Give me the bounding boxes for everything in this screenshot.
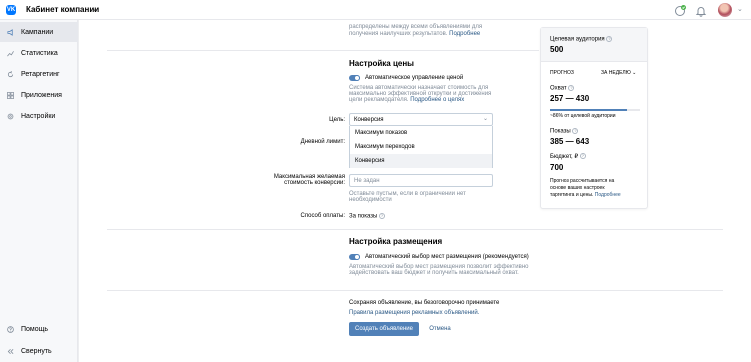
goal-option[interactable]: Максимум переходов — [350, 140, 492, 154]
auto-price-toggle[interactable] — [349, 75, 360, 81]
goal-option[interactable]: Конверсия — [350, 154, 492, 168]
avatar[interactable] — [718, 3, 732, 17]
impressions-label: Показы ? — [550, 128, 579, 135]
budget-label: Бюджет, ₽ ? — [550, 153, 586, 160]
price-section-title: Настройка цены — [349, 59, 414, 68]
audience-label: Целевая аудитория ? — [550, 36, 613, 43]
payment-method-label: Способ оплаты: — [300, 213, 345, 219]
forecast-note: основе ваших настроек — [550, 185, 605, 191]
info-icon[interactable]: ? — [378, 213, 385, 219]
sidebar-item-collapse[interactable]: Свернуть — [0, 341, 78, 361]
placement-description-line: задействовать ваш бюджет и получить макс… — [349, 270, 519, 276]
goals-more-link[interactable]: Подробнее о целях — [410, 97, 464, 103]
goal-select[interactable]: Конверсия ⌄ — [349, 113, 493, 126]
chevron-down-icon: ⌄ — [632, 70, 637, 76]
forecast-card: Целевая аудитория ? 500 ПРОГНОЗ ЗА НЕДЕЛ… — [540, 27, 648, 209]
sidebar-item-label: Настройки — [21, 112, 56, 120]
create-ad-button[interactable]: Создать объявление — [349, 322, 419, 336]
info-icon[interactable]: ? — [572, 128, 579, 134]
goal-label: Цель: — [329, 117, 345, 123]
section-divider — [107, 290, 723, 291]
info-icon[interactable]: ? — [568, 85, 575, 91]
max-cost-hint: необходимости — [349, 197, 392, 203]
avatar-chevron-icon[interactable]: ⌄ — [737, 5, 743, 13]
sidebar-item-label: Кампании — [21, 28, 54, 36]
budget-description-line: получения наилучших результатов. Подробн… — [349, 31, 481, 37]
forecast-note: Прогноз рассчитывается на — [550, 178, 615, 184]
sidebar-item-campaigns[interactable]: Кампании — [0, 22, 78, 42]
max-cost-input[interactable]: Не задан — [349, 174, 493, 187]
sidebar: Кампании Статистика Ретаргетинг Приложен… — [0, 20, 78, 362]
auto-placement-label: Автоматический выбор мест размещения (ре… — [365, 254, 529, 260]
sidebar-item-label: Приложения — [21, 91, 62, 99]
chevron-down-icon[interactable]: ⌄ — [92, 5, 98, 13]
reach-label: Охват ? — [550, 85, 575, 92]
max-cost-label: стоимость конверсии: — [284, 180, 345, 186]
cancel-button[interactable]: Отмена — [424, 322, 456, 336]
budget-description-line: распределены между всеми объявлениями дл… — [349, 24, 483, 30]
sidebar-item-label: Статистика — [21, 49, 58, 57]
sidebar-item-label: Свернуть — [21, 347, 52, 355]
info-icon[interactable]: ? — [606, 36, 613, 42]
impressions-value: 385 — 643 — [550, 137, 590, 146]
sidebar-item-help[interactable]: Помощь — [0, 319, 78, 339]
forecast-note: таргетинга и цены. Подробнее — [550, 192, 621, 198]
bell-icon[interactable] — [695, 4, 707, 17]
agreement-link[interactable]: Правила размещения рекламных объявлений. — [349, 310, 479, 316]
help-icon — [7, 325, 14, 333]
goal-option[interactable]: Максимум показов — [350, 126, 492, 140]
gear-icon — [7, 113, 14, 120]
audience-value: 500 — [550, 45, 564, 54]
reach-progress-fill — [550, 109, 628, 111]
vk-logo[interactable]: VK — [6, 5, 16, 15]
chart-icon — [7, 50, 14, 57]
goal-dropdown: Максимум показов Максимум переходов Конв… — [349, 126, 493, 168]
forecast-period-select[interactable]: ЗА НЕДЕЛЮ ⌄ — [601, 70, 636, 76]
auto-price-label: Автоматическое управление ценой — [365, 75, 464, 81]
sidebar-item-label: Ретаргетинг — [21, 70, 60, 78]
payment-method-value: За показы ? — [349, 213, 385, 220]
sidebar-item-statistics[interactable]: Статистика — [0, 43, 78, 63]
budget-value: 700 — [550, 163, 564, 172]
price-description-line: цели рекламодателя. Подробнее о целях — [349, 97, 465, 103]
budget-more-link[interactable]: Подробнее — [449, 31, 480, 37]
megaphone-icon — [7, 28, 14, 36]
sidebar-item-retargeting[interactable]: Ретаргетинг — [0, 64, 78, 84]
section-divider — [107, 50, 539, 51]
agreement-text: Сохраняя объявление, вы безоговорочно пр… — [349, 300, 500, 306]
retarget-icon — [7, 70, 14, 78]
chevron-down-icon: ⌄ — [482, 116, 488, 122]
top-bar: VK Кабинет компании ⌄ ⌄ — [0, 0, 751, 20]
collapse-icon — [7, 348, 14, 355]
reach-progress-bar — [550, 109, 640, 111]
auto-placement-toggle[interactable] — [349, 254, 360, 260]
section-divider — [107, 229, 723, 230]
sidebar-item-apps[interactable]: Приложения — [0, 85, 78, 105]
support-icon[interactable] — [674, 4, 686, 16]
forecast-more-link[interactable]: Подробнее — [595, 192, 621, 198]
reach-note: ~86% от целевой аудитории — [550, 113, 616, 119]
app-title[interactable]: Кабинет компании — [26, 5, 99, 14]
sidebar-item-label: Помощь — [21, 325, 49, 333]
sidebar-item-settings[interactable]: Настройки — [0, 106, 78, 126]
placement-section-title: Настройка размещения — [349, 237, 443, 246]
forecast-label: ПРОГНОЗ — [550, 70, 574, 76]
apps-grid-icon — [7, 91, 14, 99]
goal-selected-value: Конверсия — [354, 116, 384, 123]
info-icon[interactable]: ? — [579, 153, 586, 160]
daily-limit-label: Дневной лимит: — [300, 139, 345, 145]
reach-value: 257 — 430 — [550, 94, 590, 103]
